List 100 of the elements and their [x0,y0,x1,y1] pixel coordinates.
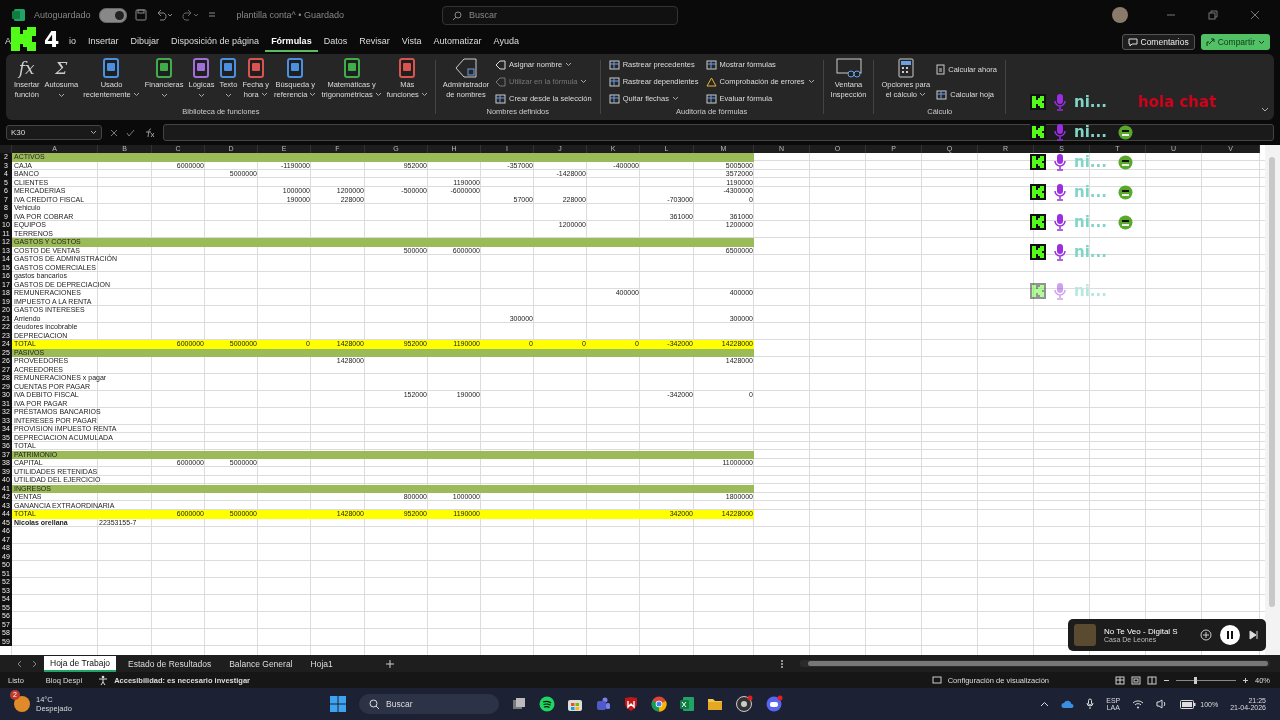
track-title: No Te Veo - Digital S [1104,627,1179,636]
ribbon-tab[interactable]: io [63,32,83,52]
chat-username: ni... [1074,123,1108,141]
table-icon [608,93,620,104]
chat-username: ni... [1074,93,1108,111]
chat-message: hola chat [1138,93,1217,111]
ribbon-tab[interactable]: Vista [395,32,428,52]
comment-icon [1127,37,1138,47]
save-icon[interactable] [134,9,147,21]
chevron-up-icon[interactable] [1040,699,1050,709]
search-field[interactable]: Buscar [442,5,678,25]
recording-app-icon[interactable] [735,695,754,713]
next-sheet-icon[interactable] [30,659,38,668]
cancel-icon[interactable] [110,128,118,137]
page-break-icon[interactable] [1147,675,1157,685]
chat-username: ni... [1074,183,1108,201]
microphone-icon[interactable] [1086,698,1095,710]
name-box[interactable]: K30 [6,125,102,140]
cloud-icon[interactable] [1061,699,1075,709]
add-icon[interactable] [1200,629,1212,641]
share-icon [1205,37,1215,47]
normal-view-icon[interactable] [1115,675,1125,685]
function-icon: fx [18,58,35,78]
weather-icon[interactable] [14,696,30,712]
microphone-icon [1054,93,1066,111]
formula-field[interactable] [163,124,1274,141]
chevron-down-icon[interactable] [1260,106,1270,114]
chat-username: ni... [1074,213,1108,231]
calculator-icon [936,63,946,75]
sheet-tab[interactable]: Balance General [223,656,299,671]
folder-app-icon[interactable] [707,696,724,712]
microphone-icon [1054,153,1066,171]
vertical-scrollbar[interactable] [1265,145,1280,655]
start-icon[interactable] [329,695,348,713]
ribbon-tab[interactable]: Dibujar [124,32,166,52]
wifi-icon[interactable] [1132,699,1145,709]
share-button[interactable]: Compartir [1200,34,1270,50]
task-view-icon[interactable] [511,696,528,712]
next-track-icon[interactable] [1248,629,1260,641]
zoom-in-icon[interactable] [1242,676,1249,684]
add-sheet-icon[interactable] [384,658,395,669]
microphone-icon [1054,123,1066,141]
table-icon [608,59,620,70]
microphone-icon [1054,282,1066,300]
glasses-window-icon [835,58,862,78]
caret-icon [1258,39,1265,45]
chat-username: ni... [1074,153,1108,171]
insert-function-icon[interactable] [143,127,155,138]
horizontal-scrollbar[interactable] [800,660,1270,667]
search-icon [452,10,462,21]
sheet-tab[interactable]: Hoja de Trabajo [44,655,116,672]
comments-button[interactable]: Comentarios [1121,34,1195,50]
close-icon[interactable] [1250,10,1260,20]
previous-sheet-icon[interactable] [16,659,24,668]
avatar[interactable] [1112,7,1128,23]
more-options-icon[interactable] [780,658,784,669]
sheet-tab[interactable]: Hoja1 [304,656,339,671]
page-layout-icon[interactable] [1131,675,1141,685]
spreadsheet-app-icon[interactable] [679,696,696,712]
restore-icon[interactable] [1208,10,1218,20]
chat-username: ni... [1074,243,1108,261]
tag-icon [495,76,507,87]
browser-app-icon[interactable] [651,696,668,712]
music-app-icon[interactable] [539,696,556,712]
chat-app-icon[interactable] [765,695,784,713]
pause-icon[interactable] [1220,625,1240,645]
function-icon: Σ [55,58,68,78]
shield-app-icon[interactable] [623,696,640,712]
chat-username: ni... [1074,282,1108,300]
ribbon-tab[interactable]: Automatizar [427,32,488,52]
accessibility-icon[interactable] [98,675,109,685]
taskbar-search[interactable]: Buscar [359,694,500,714]
microphone-icon [1054,243,1066,261]
confirm-icon[interactable] [126,128,135,137]
tag-icon [453,58,478,78]
k-logo-icon [11,27,37,51]
battery-icon[interactable] [1180,699,1197,709]
ribbon-tab[interactable]: Ayuda [487,32,525,52]
table-icon [705,93,717,104]
autosave-label: Autoguardado [34,10,91,20]
ribbon-tab[interactable]: Revisar [353,32,396,52]
ribbon-tab[interactable]: Disposición de página [165,32,266,52]
spreadsheet-app-icon [12,8,26,22]
people-app-icon[interactable] [595,696,612,712]
microphone-icon [1054,183,1066,201]
autosave-toggle[interactable] [98,7,127,23]
document-title[interactable]: plantilla conta^ • Guardado [236,10,344,20]
ribbon-tab[interactable]: Fórmulas [265,32,318,52]
display-settings-icon[interactable] [931,675,942,685]
redo-icon[interactable] [180,9,199,21]
warning-icon [705,76,717,87]
table-icon [495,93,507,104]
sheet-tab[interactable]: Estado de Resultados [122,656,218,671]
table-icon [608,76,620,87]
ribbon-tab[interactable]: Datos [317,32,354,52]
tag-icon [495,59,507,70]
logo-number: 4 [44,29,60,51]
microphone-icon [1054,213,1066,231]
search-icon [369,698,381,710]
ribbon-tab[interactable]: Insertar [82,32,125,52]
